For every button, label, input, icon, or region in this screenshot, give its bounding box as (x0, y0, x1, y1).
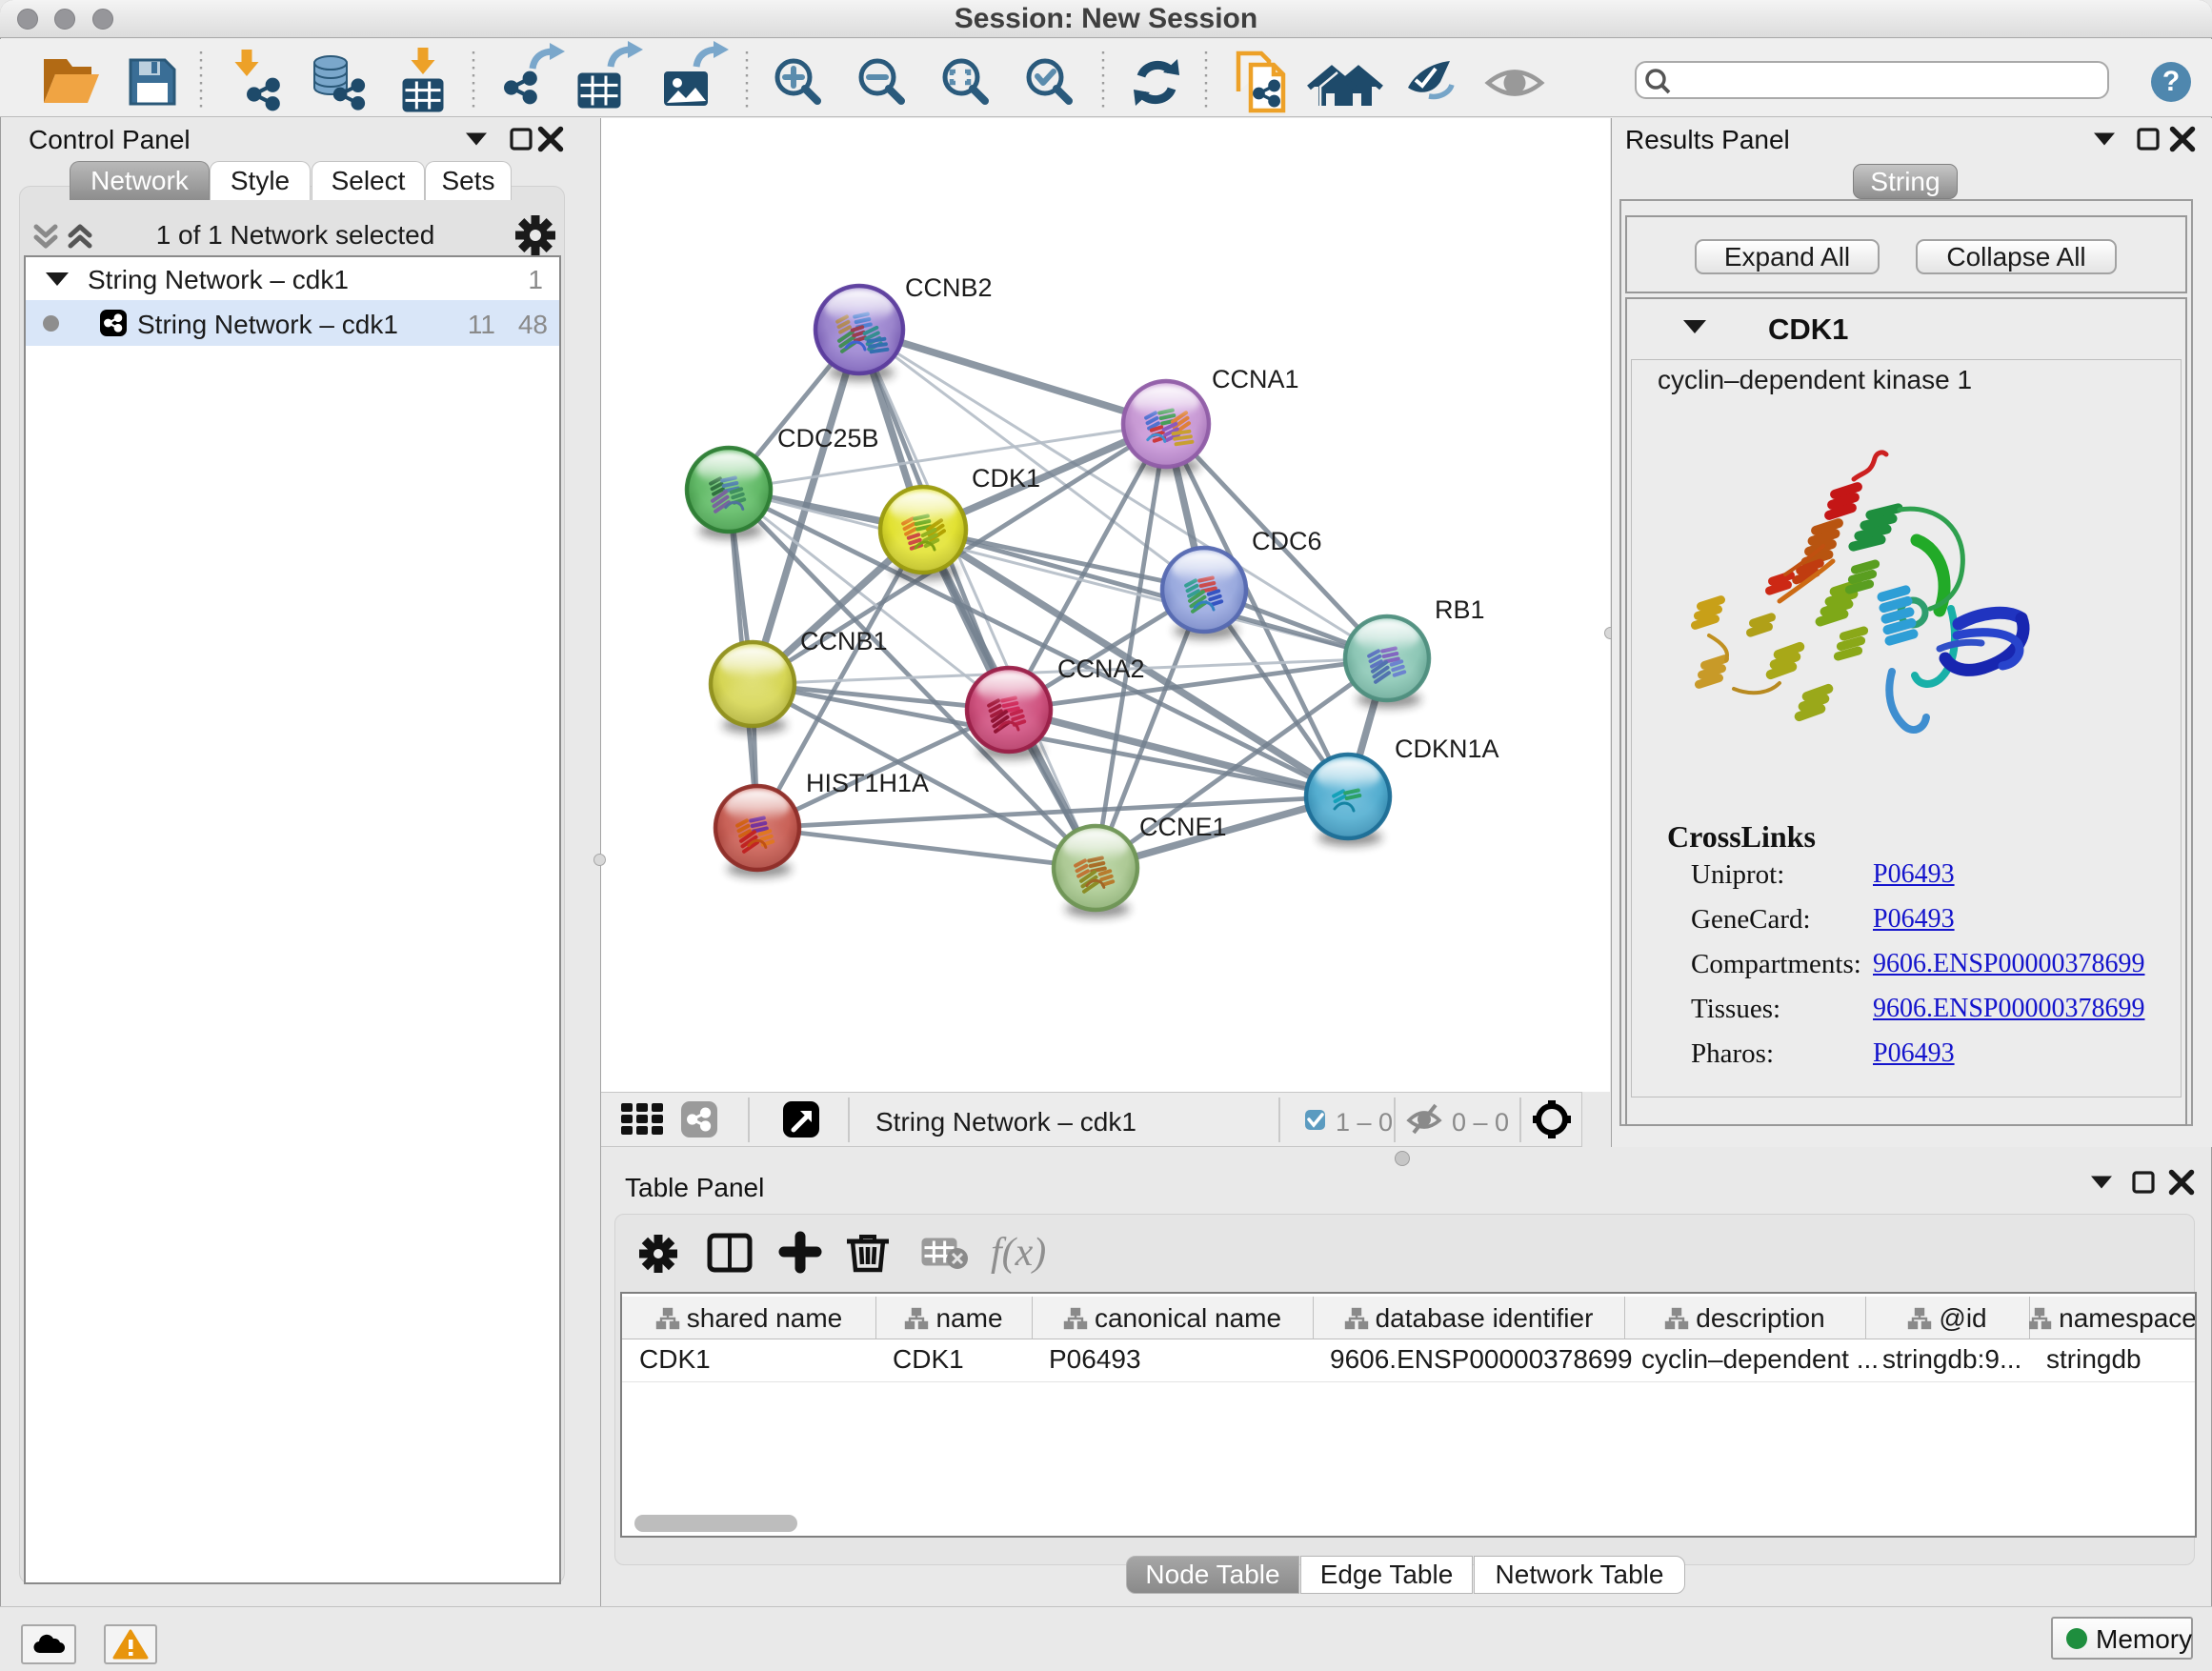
svg-text:f(x): f(x) (991, 1231, 1046, 1275)
svg-text:CDK1: CDK1 (972, 464, 1040, 493)
svg-text:CDKN1A: CDKN1A (1395, 735, 1499, 763)
svg-text:CCNB2: CCNB2 (905, 273, 993, 302)
svg-text:CCNE1: CCNE1 (1139, 813, 1227, 841)
svg-text:CDC6: CDC6 (1252, 527, 1322, 555)
svg-text:CCNA1: CCNA1 (1212, 365, 1299, 393)
svg-text:CCNB1: CCNB1 (800, 627, 888, 655)
svg-text:HIST1H1A: HIST1H1A (806, 769, 929, 797)
svg-text:CDC25B: CDC25B (777, 424, 879, 453)
svg-text:CCNA2: CCNA2 (1057, 654, 1145, 683)
svg-text:RB1: RB1 (1435, 595, 1485, 624)
